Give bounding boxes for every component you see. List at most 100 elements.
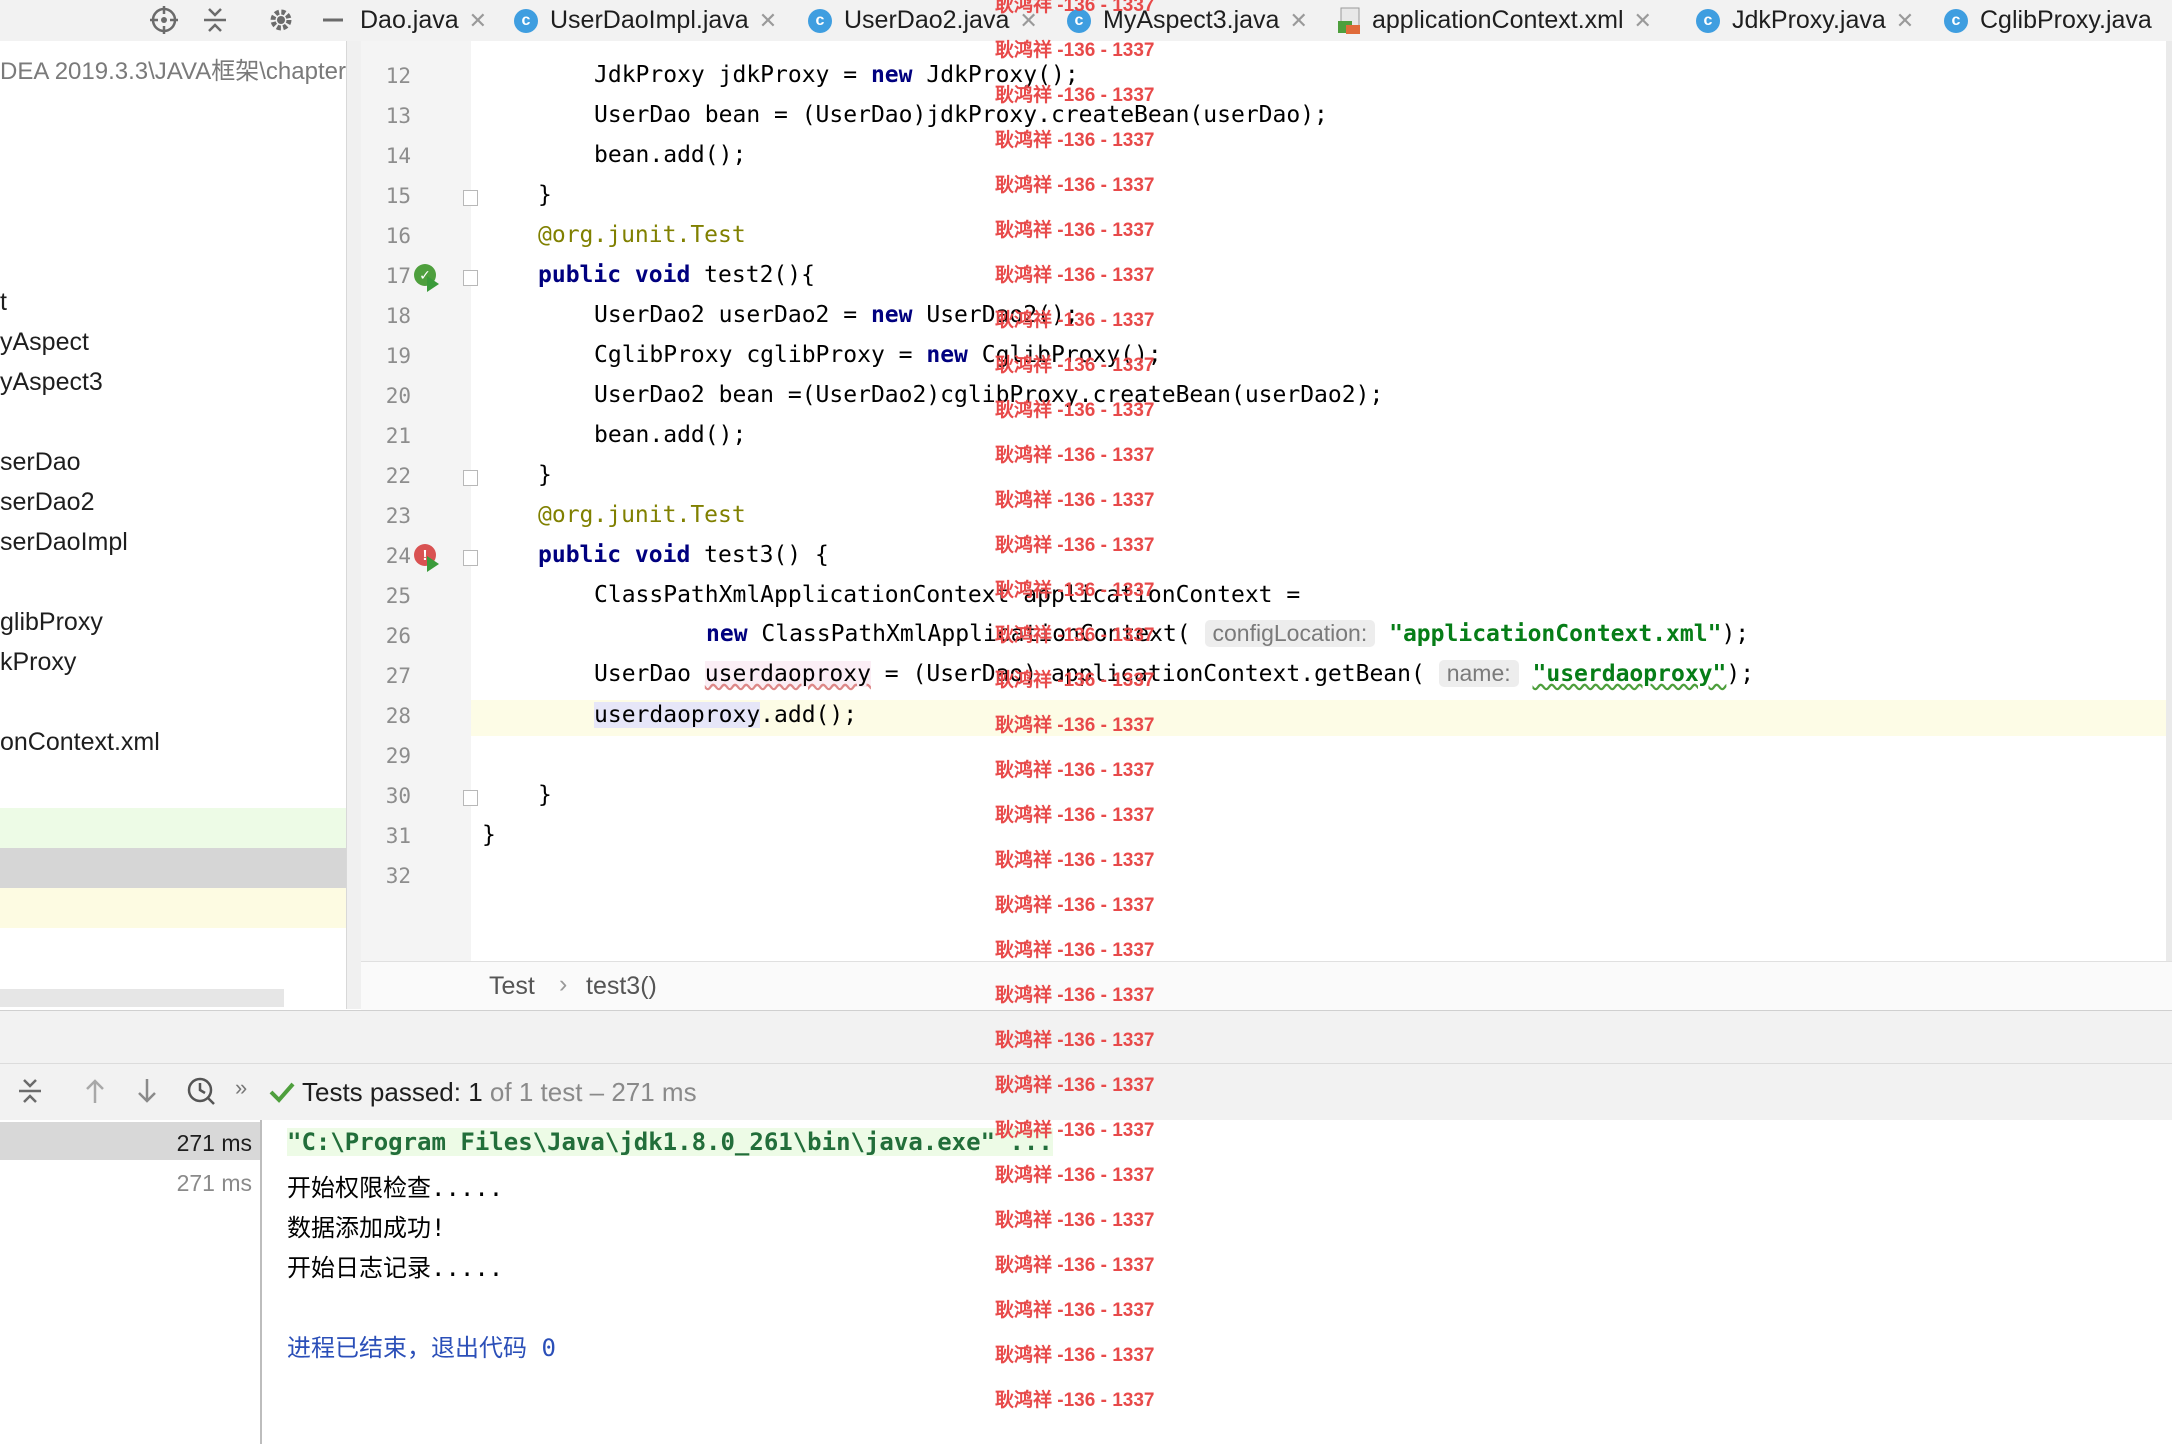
line-number: 24 xyxy=(385,544,411,568)
tree-item[interactable]: yAspect xyxy=(0,328,89,357)
check-icon xyxy=(268,1078,296,1106)
watermark: 耿鸿祥 -136 - 1337 xyxy=(995,0,1155,16)
line-number: 15 xyxy=(385,184,411,208)
watermark: 耿鸿祥 -136 - 1337 xyxy=(995,895,1155,916)
tree-item[interactable]: serDao2 xyxy=(0,488,95,517)
breadcrumb: Test › test3() xyxy=(361,961,2172,1011)
line-number: 14 xyxy=(385,144,411,168)
hide-panel-icon[interactable] xyxy=(315,2,351,38)
parameter-hint: configLocation: xyxy=(1204,620,1376,647)
console-line: 开始权限检查..... xyxy=(287,1174,504,1202)
previous-icon[interactable] xyxy=(77,1073,113,1109)
tree-item[interactable]: t xyxy=(0,288,7,317)
watermark: 耿鸿祥 -136 - 1337 xyxy=(995,1120,1155,1141)
close-icon[interactable]: ✕ xyxy=(1896,8,1914,34)
console-line: 数据添加成功! xyxy=(287,1214,446,1242)
tab-userdaoimpl[interactable]: c UserDaoImpl.java ✕ xyxy=(514,0,777,41)
fold-marker[interactable] xyxy=(463,470,478,486)
line-number: 21 xyxy=(385,424,411,448)
tab-cglibproxy[interactable]: c CglibProxy.java xyxy=(1944,0,2152,41)
tab-label: Dao.java xyxy=(360,6,459,34)
parameter-hint: name: xyxy=(1438,660,1519,687)
fold-marker[interactable] xyxy=(463,190,478,206)
more-icon[interactable]: » xyxy=(235,1075,247,1101)
tab-applicationcontext[interactable]: applicationContext.xml ✕ xyxy=(1338,0,1652,41)
run-icon[interactable] xyxy=(427,276,439,292)
watermark: 耿鸿祥 -136 - 1337 xyxy=(995,940,1155,961)
code-line: } xyxy=(482,822,496,848)
close-icon[interactable]: ✕ xyxy=(1289,8,1307,34)
console-output[interactable] xyxy=(262,1120,2172,1444)
console-line: "C:\Program Files\Java\jdk1.8.0_261\bin\… xyxy=(287,1128,1053,1156)
tree-item[interactable]: kProxy xyxy=(0,648,76,677)
tree-item[interactable]: serDao xyxy=(0,448,81,477)
gear-icon[interactable] xyxy=(263,2,299,38)
tab-label: UserDao2.java xyxy=(844,6,1010,34)
tree-item[interactable]: yAspect3 xyxy=(0,368,103,397)
editor-scrollbar[interactable] xyxy=(2166,41,2172,961)
watermark: 耿鸿祥 -136 - 1337 xyxy=(995,985,1155,1006)
line-number: 32 xyxy=(385,864,411,888)
horizontal-scrollbar[interactable] xyxy=(0,989,284,1007)
tree-item[interactable]: serDaoImpl xyxy=(0,528,128,557)
code-line: } xyxy=(538,782,552,808)
run-icon[interactable] xyxy=(427,556,439,572)
watermark: 耿鸿祥 -136 - 1337 xyxy=(995,1300,1155,1321)
watermark: 耿鸿祥 -136 - 1337 xyxy=(995,1030,1155,1051)
code-line: public void test3() { xyxy=(538,542,829,568)
watermark: 耿鸿祥 -136 - 1337 xyxy=(995,310,1155,331)
console-line: 开始日志记录..... xyxy=(287,1254,504,1282)
breadcrumb-class[interactable]: Test xyxy=(489,972,535,1001)
code-line: bean.add(); xyxy=(594,422,747,448)
line-number: 22 xyxy=(385,464,411,488)
next-icon[interactable] xyxy=(129,1073,165,1109)
console-line: 进程已结束，退出代码 0 xyxy=(287,1334,556,1362)
watermark: 耿鸿祥 -136 - 1337 xyxy=(995,535,1155,556)
test-status: Tests passed: 1 of 1 test – 271 ms xyxy=(302,1077,697,1107)
tab-dao[interactable]: Dao.java ✕ xyxy=(360,0,487,41)
code-line: new ClassPathXmlApplicationContext( conf… xyxy=(706,620,1750,647)
fold-marker[interactable] xyxy=(463,790,478,806)
code-editor[interactable] xyxy=(471,41,2172,961)
class-icon: c xyxy=(1696,8,1720,33)
history-icon[interactable] xyxy=(183,1073,219,1109)
breadcrumb-separator: › xyxy=(559,970,568,998)
code-line: UserDao bean = (UserDao)jdkProxy.createB… xyxy=(594,102,1328,128)
line-number: 17 xyxy=(385,264,411,288)
tree-item[interactable]: glibProxy xyxy=(0,608,103,637)
code-line: ClassPathXmlApplicationContext applicati… xyxy=(594,582,1301,608)
tab-label: applicationContext.xml xyxy=(1372,6,1624,34)
fold-marker[interactable] xyxy=(463,550,478,566)
watermark: 耿鸿祥 -136 - 1337 xyxy=(995,850,1155,871)
watermark: 耿鸿祥 -136 - 1337 xyxy=(995,400,1155,421)
tab-jdkproxy[interactable]: c JdkProxy.java ✕ xyxy=(1696,0,1914,41)
code-line: UserDao2 bean =(UserDao2)cglibProxy.crea… xyxy=(594,382,1384,408)
collapse-all-icon[interactable] xyxy=(197,2,233,38)
tree-row-selected[interactable] xyxy=(0,848,346,888)
tree-row-current xyxy=(0,888,346,928)
line-number: 31 xyxy=(385,824,411,848)
watermark: 耿鸿祥 -136 - 1337 xyxy=(995,490,1155,511)
watermark: 耿鸿祥 -136 - 1337 xyxy=(995,715,1155,736)
tree-item[interactable]: onContext.xml xyxy=(0,728,160,757)
breadcrumb-method[interactable]: test3() xyxy=(586,972,657,1001)
code-line: UserDao userdaoproxy = (UserDao) applica… xyxy=(594,660,1755,687)
test-tree: 271 ms 271 ms xyxy=(0,1120,262,1444)
watermark: 耿鸿祥 -136 - 1337 xyxy=(995,445,1155,466)
panel-divider[interactable] xyxy=(346,41,361,1009)
line-number: 28 xyxy=(385,704,411,728)
fold-marker[interactable] xyxy=(463,270,478,286)
tab-label: JdkProxy.java xyxy=(1732,6,1886,34)
line-number: 20 xyxy=(385,384,411,408)
watermark: 耿鸿祥 -136 - 1337 xyxy=(995,265,1155,286)
close-icon[interactable]: ✕ xyxy=(1634,8,1652,34)
class-icon: c xyxy=(1944,8,1968,33)
watermark: 耿鸿祥 -136 - 1337 xyxy=(995,1390,1155,1411)
project-path: DEA 2019.3.3\JAVA框架\chapter xyxy=(0,58,346,85)
close-icon[interactable]: ✕ xyxy=(469,8,487,34)
collapse-all-icon[interactable] xyxy=(12,1073,48,1109)
close-icon[interactable]: ✕ xyxy=(759,8,777,34)
test-duration: 271 ms xyxy=(176,1170,252,1196)
code-line: userdaoproxy.add(); xyxy=(594,702,858,728)
locate-icon[interactable] xyxy=(146,2,182,38)
